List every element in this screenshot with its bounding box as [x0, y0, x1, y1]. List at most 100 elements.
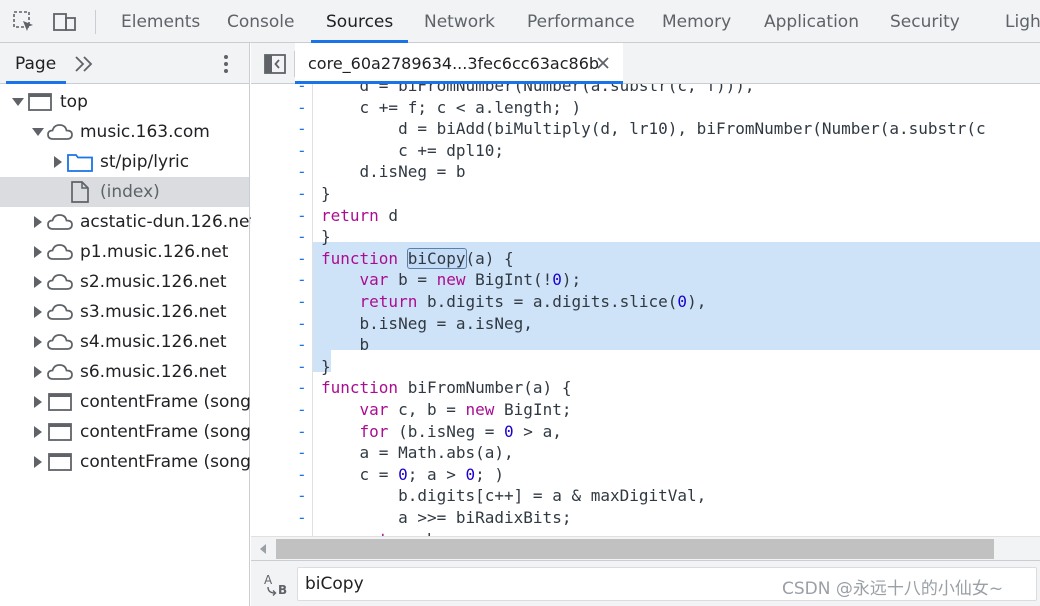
coverage-marker[interactable]: - — [297, 529, 307, 536]
close-icon[interactable] — [595, 55, 611, 71]
device-toolbar-icon[interactable] — [52, 9, 78, 35]
coverage-marker[interactable]: - — [297, 421, 307, 443]
code-line: - var c, b = new BigInt; — [251, 399, 1040, 421]
tab-application[interactable]: Application — [764, 0, 859, 43]
code-line: - c += f; c < a.length; ) — [251, 97, 1040, 119]
page-tab-indicator — [6, 81, 66, 84]
scrollbar-thumb[interactable] — [276, 539, 994, 559]
tree-item[interactable]: contentFrame (song) — [0, 447, 258, 477]
watermark: CSDN @永远十八的小仙女~ — [782, 579, 1004, 599]
code-text: return b.digits = a.digits.slice(0), — [359, 292, 707, 311]
tab-network[interactable]: Network — [424, 0, 495, 43]
toggle-navigator-icon[interactable] — [263, 52, 287, 76]
code-line: - c = 0; a > 0; ) — [251, 464, 1040, 486]
frame-icon — [48, 393, 72, 411]
caret-right-icon[interactable] — [31, 455, 45, 469]
cloud-icon — [47, 364, 73, 380]
code-text: b — [321, 335, 370, 355]
coverage-marker[interactable]: - — [297, 485, 307, 507]
coverage-marker[interactable]: - — [297, 97, 307, 119]
coverage-marker[interactable]: - — [297, 464, 307, 486]
coverage-marker[interactable]: - — [297, 399, 307, 421]
file-tab[interactable]: core_60a2789634...3fec6cc63ac86b — [295, 43, 623, 84]
code-text: c += dpl10; — [321, 140, 505, 160]
tree-item[interactable]: (index) — [0, 177, 249, 207]
code-line: - a >>= biRadixBits; — [251, 507, 1040, 529]
caret-right-icon[interactable] — [31, 275, 45, 289]
coverage-marker[interactable]: - — [297, 334, 307, 356]
caret-down-icon[interactable] — [11, 95, 25, 109]
caret-right-icon[interactable] — [31, 305, 45, 319]
caret-right-icon[interactable] — [51, 155, 65, 169]
tree-item[interactable]: contentFrame (song) — [0, 387, 258, 417]
caret-right-icon[interactable] — [31, 335, 45, 349]
coverage-marker[interactable]: - — [297, 84, 307, 97]
horizontal-scrollbar[interactable] — [251, 536, 1040, 560]
code-line: - b.digits[c++] = a & maxDigitVal, — [251, 485, 1040, 507]
tree-item[interactable]: st/pip/lyric — [0, 147, 249, 177]
caret-right-icon[interactable] — [31, 365, 45, 379]
more-tabs-icon[interactable] — [72, 52, 96, 76]
caret-right-icon[interactable] — [31, 425, 45, 439]
tree-item-label: contentFrame (song) — [80, 392, 258, 412]
coverage-marker[interactable]: - — [297, 269, 307, 291]
cloud-icon — [47, 274, 73, 290]
caret-right-icon[interactable] — [31, 215, 45, 229]
tab-sources[interactable]: Sources — [326, 0, 393, 43]
code-text: return b — [321, 529, 437, 536]
coverage-marker[interactable]: - — [297, 140, 307, 162]
coverage-marker[interactable]: - — [297, 442, 307, 464]
navigator-header: Page — [0, 43, 249, 84]
code-text: a = Math.abs(a), — [321, 443, 514, 463]
caret-right-icon[interactable] — [31, 395, 45, 409]
code-line: - var b = new BigInt(!0); — [251, 269, 1040, 291]
tab-console[interactable]: Console — [227, 0, 295, 43]
tree-item[interactable]: s4.music.126.net — [0, 327, 249, 357]
tree-item[interactable]: s2.music.126.net — [0, 267, 249, 297]
tab-memory[interactable]: Memory — [662, 0, 731, 43]
file-navigator: Page top music.163.com st/pip/lyric (index)… — [0, 43, 258, 606]
coverage-marker[interactable]: - — [297, 183, 307, 205]
match-case-icon[interactable]: A B — [261, 571, 291, 597]
file-tab-label: core_60a2789634...3fec6cc63ac86b — [308, 54, 600, 73]
coverage-marker[interactable]: - — [297, 507, 307, 529]
tree-item[interactable]: contentFrame (song) — [0, 417, 258, 447]
code-line: - return d — [251, 205, 1040, 227]
tab-performance[interactable]: Performance — [527, 0, 635, 43]
coverage-marker[interactable]: - — [297, 313, 307, 335]
coverage-marker[interactable]: - — [297, 226, 307, 248]
frame-icon — [48, 453, 72, 471]
coverage-marker[interactable]: - — [297, 377, 307, 399]
code-line: - a = Math.abs(a), — [251, 442, 1040, 464]
tab-page[interactable]: Page — [15, 43, 56, 83]
tree-item[interactable]: music.163.com — [0, 117, 249, 147]
tree-item[interactable]: p1.music.126.net — [0, 237, 249, 267]
caret-down-icon[interactable] — [31, 125, 45, 139]
tab-security[interactable]: Security — [890, 0, 960, 43]
tree-item[interactable]: top — [0, 87, 249, 117]
caret-right-icon[interactable] — [31, 245, 45, 259]
coverage-marker[interactable]: - — [297, 118, 307, 140]
tab-elements[interactable]: Elements — [121, 0, 200, 43]
code-line: - d.isNeg = b — [251, 161, 1040, 183]
tree-item-label: s6.music.126.net — [80, 362, 227, 382]
coverage-marker[interactable]: - — [297, 291, 307, 313]
more-options-icon[interactable] — [220, 52, 232, 76]
code-line: - d = biAdd(biMultiply(d, lr10), biFromN… — [251, 118, 1040, 140]
tree-item-label: s2.music.126.net — [80, 272, 227, 292]
tree-item[interactable]: s6.music.126.net — [0, 357, 249, 387]
code-editor[interactable]: - d = biFromNumber(Number(a.substr(c, f)… — [251, 84, 1040, 536]
tab-lighthouse[interactable]: Ligh — [1005, 0, 1040, 43]
code-text: a >>= biRadixBits; — [321, 508, 572, 527]
code-text: function biFromNumber(a) { — [321, 378, 572, 398]
svg-text:B: B — [278, 583, 287, 597]
inspect-element-icon[interactable] — [11, 9, 37, 35]
scroll-left-icon[interactable] — [258, 543, 268, 555]
coverage-marker[interactable]: - — [297, 161, 307, 183]
tree-item-label: p1.music.126.net — [80, 242, 229, 262]
coverage-marker[interactable]: - — [297, 356, 307, 378]
tree-item[interactable]: acstatic-dun.126.net — [0, 207, 256, 237]
coverage-marker[interactable]: - — [297, 205, 307, 227]
coverage-marker[interactable]: - — [297, 248, 307, 270]
tree-item[interactable]: s3.music.126.net — [0, 297, 249, 327]
